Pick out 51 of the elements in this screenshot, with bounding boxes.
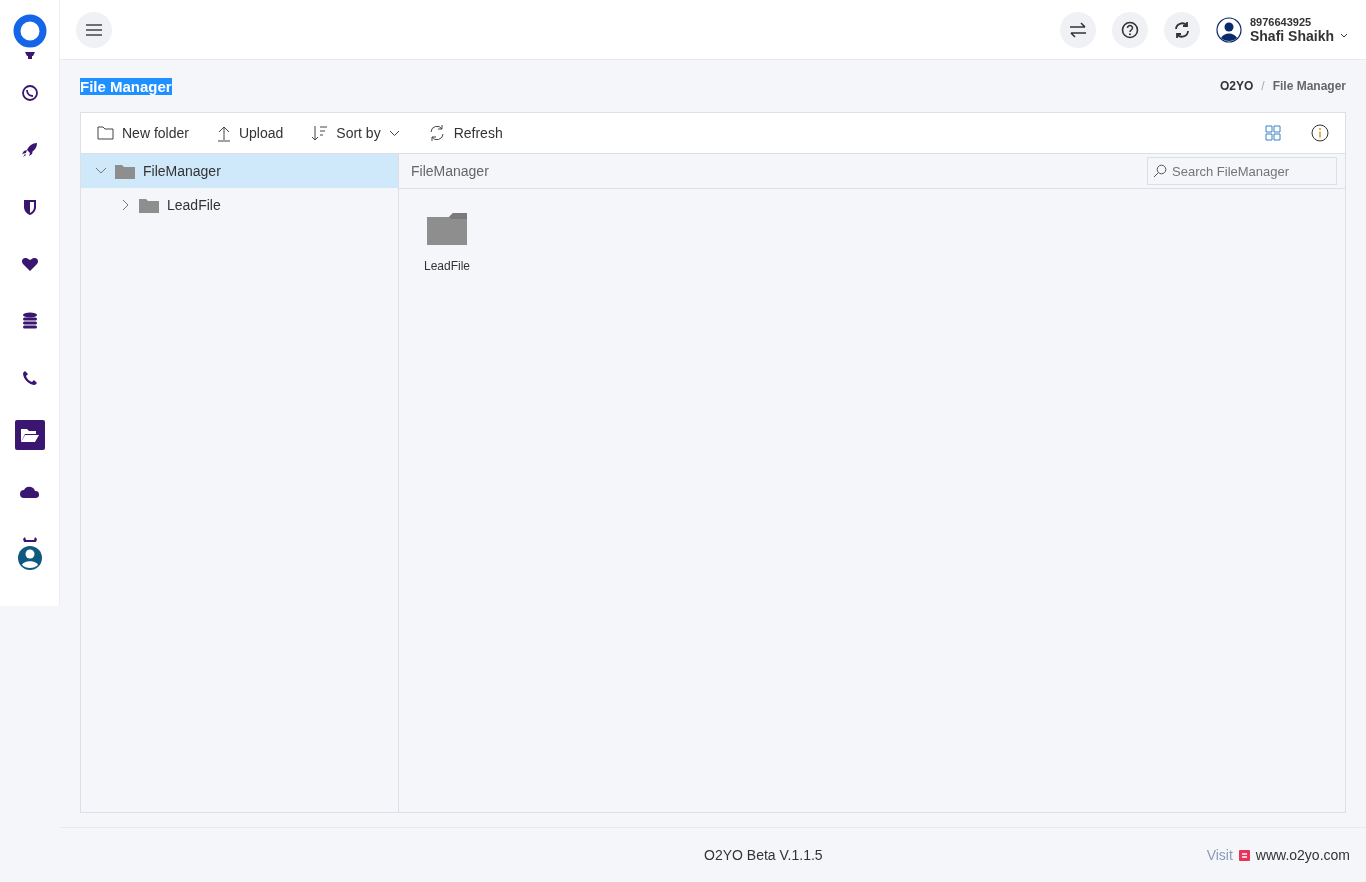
brand-icon: [1238, 849, 1250, 861]
breadcrumb-separator: /: [1261, 79, 1265, 93]
page-title: File Manager: [80, 77, 172, 95]
avatar-icon: [1215, 16, 1242, 43]
site-link[interactable]: www.o2yo.com: [1255, 847, 1350, 863]
phone-icon: [21, 370, 38, 386]
folder-icon[interactable]: [427, 213, 467, 245]
version-text: O2YO Beta V.1.1.5: [703, 847, 824, 863]
search-field[interactable]: Search FileManager: [1147, 157, 1337, 185]
collapse-icon[interactable]: [95, 167, 107, 175]
sidebar-item[interactable]: [14, 420, 45, 450]
swap-arrows-icon: [1068, 21, 1087, 38]
logo-icon: [12, 14, 47, 60]
user-name[interactable]: Shafi Shaikh: [1249, 27, 1334, 44]
menu-icon: [86, 23, 102, 36]
folder-icon: [139, 197, 159, 213]
chat-icon: [20, 84, 39, 102]
refresh-icon: [427, 124, 446, 142]
grid-icon: [1265, 125, 1281, 141]
visit-label: Visit: [1206, 847, 1233, 863]
tree-item[interactable]: LeadFile: [167, 197, 221, 213]
cloud-icon: [19, 485, 40, 499]
heart-icon: [20, 256, 39, 272]
help-button[interactable]: [1111, 11, 1148, 48]
toolbar-button[interactable]: Refresh: [427, 120, 511, 146]
menu-button[interactable]: [76, 11, 112, 48]
rocket-icon: [20, 141, 39, 159]
folder-icon: [115, 163, 135, 179]
database-icon: [21, 312, 38, 330]
breadcrumb-item: File Manager: [1272, 79, 1346, 93]
sync-button[interactable]: [1163, 11, 1200, 48]
info-icon: [1311, 124, 1329, 142]
user-settings-icon: [15, 536, 44, 572]
caret-icon: [388, 129, 400, 137]
shield-icon: [21, 198, 38, 216]
sync-icon: [1172, 20, 1191, 39]
tree-item[interactable]: FileManager: [143, 163, 221, 179]
breadcrumb-item[interactable]: O2YO: [1219, 79, 1254, 93]
phone-number: 8976643925: [1249, 15, 1313, 28]
sort-icon: [311, 125, 329, 141]
toolbar-button[interactable]: Sort by: [311, 121, 408, 145]
switch-button[interactable]: [1059, 11, 1096, 48]
folder-icon: [97, 126, 114, 140]
toolbar-button[interactable]: New folder: [97, 121, 197, 145]
path-label: FileManager: [411, 163, 489, 179]
toolbar-button[interactable]: Upload: [216, 120, 292, 146]
open-folder-icon: [19, 427, 40, 443]
help-icon: [1120, 20, 1139, 39]
upload-icon: [216, 124, 231, 142]
file-name[interactable]: LeadFile: [424, 259, 470, 273]
caret-icon[interactable]: [1340, 33, 1348, 38]
